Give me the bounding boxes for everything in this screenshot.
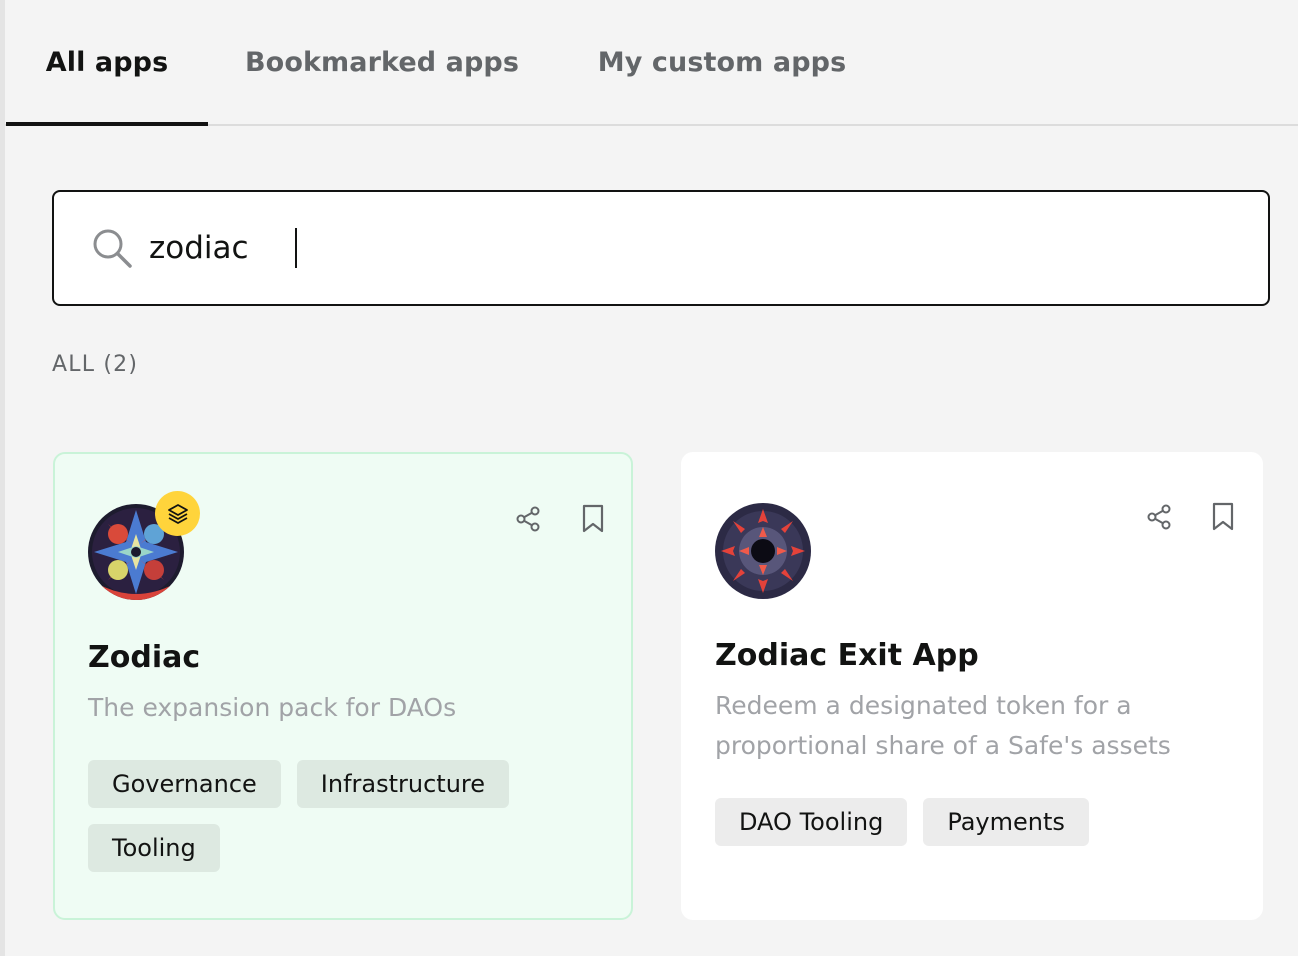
- safe-apps-page: All apps Bookmarked apps My custom apps …: [0, 0, 1298, 956]
- bookmark-button[interactable]: [576, 502, 610, 536]
- app-tags: Governance Infrastructure Tooling: [88, 760, 568, 872]
- share-button[interactable]: [511, 502, 545, 536]
- tab-label: Bookmarked apps: [244, 46, 520, 78]
- tag-chip: Tooling: [88, 824, 220, 872]
- apps-tab-bar: All apps Bookmarked apps My custom apps: [5, 0, 1298, 126]
- app-title: Zodiac Exit App: [715, 638, 979, 673]
- app-description: The expansion pack for DAOs: [88, 693, 457, 722]
- search-input[interactable]: [149, 220, 1229, 276]
- bookmark-icon: [582, 504, 604, 533]
- tab-my-custom-apps[interactable]: My custom apps: [577, 0, 867, 124]
- results-count: ALL (2): [52, 352, 139, 377]
- text-caret: [295, 228, 297, 268]
- share-button[interactable]: [1142, 500, 1176, 534]
- app-tags: DAO Tooling Payments: [715, 798, 1195, 846]
- tag-chip: Payments: [923, 798, 1089, 846]
- tab-label: All apps: [45, 46, 169, 78]
- tab-all-apps[interactable]: All apps: [6, 0, 208, 126]
- tag-chip: Infrastructure: [296, 760, 510, 808]
- tab-label: My custom apps: [597, 46, 847, 78]
- search-icon: [93, 229, 132, 268]
- app-card-zodiac-exit-app[interactable]: Zodiac Exit App Redeem a designated toke…: [681, 452, 1263, 920]
- tag-chip: DAO Tooling: [715, 798, 908, 846]
- share-icon: [516, 506, 540, 532]
- app-description: Redeem a designated token for a proporti…: [715, 691, 1171, 760]
- zodiac-exit-logo-icon: [715, 503, 811, 599]
- bookmark-icon: [1212, 502, 1234, 531]
- layers-icon: [155, 491, 200, 536]
- app-card-zodiac[interactable]: Zodiac The expansion pack for DAOs Gover…: [53, 452, 633, 920]
- tab-bookmarked-apps[interactable]: Bookmarked apps: [237, 0, 527, 124]
- share-icon: [1147, 504, 1171, 530]
- tag-chip: Governance: [88, 760, 281, 808]
- app-title: Zodiac: [88, 640, 201, 675]
- search-box[interactable]: [52, 190, 1270, 306]
- bookmark-button[interactable]: [1206, 500, 1240, 534]
